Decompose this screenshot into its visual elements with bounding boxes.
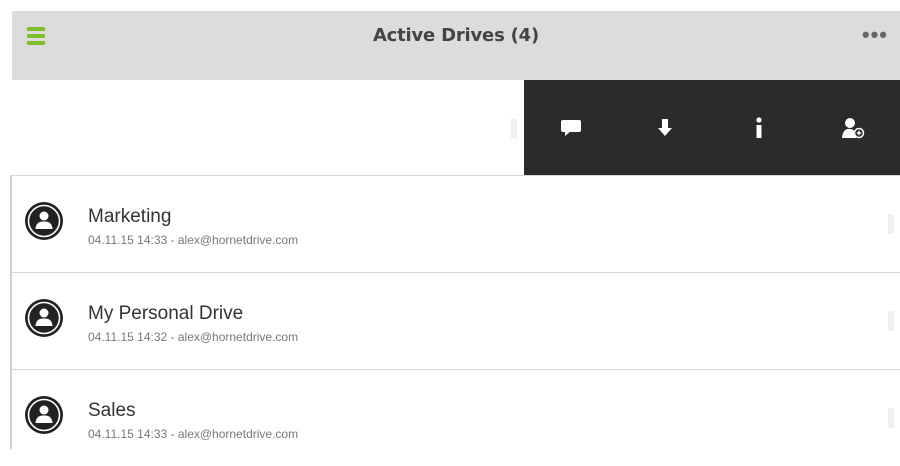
list-item[interactable]: Sales 04.11.15 14:33 - alex@hornetdrive.… [12,369,900,466]
drive-list: Marketing 04.11.15 14:33 - alex@hornetdr… [10,175,900,449]
chat-icon [561,119,581,136]
swipe-handle [888,408,894,428]
swipe-handle [888,311,894,331]
drive-action-panel [524,80,900,175]
info-icon [756,116,762,138]
swipe-handle [511,119,517,139]
top-bar: Active Drives (4) ••• [12,11,900,80]
drive-name: Sales [88,400,136,421]
page-title: Active Drives (4) [372,25,540,46]
info-button[interactable] [712,80,806,175]
drive-avatar-icon [25,299,63,337]
add-user-icon [842,117,865,138]
more-options-icon[interactable]: ••• [862,24,888,46]
drive-avatar-icon [25,202,63,240]
add-user-button[interactable] [806,80,900,175]
swipe-handle [888,214,894,234]
drive-meta: 04.11.15 14:33 - alex@hornetdrive.com [88,427,299,441]
drive-avatar-icon [25,396,63,434]
download-icon [658,118,672,136]
list-item[interactable]: Marketing 04.11.15 14:33 - alex@hornetdr… [12,175,900,272]
drive-meta: 04.11.15 14:32 - alex@hornetdrive.com [88,330,299,344]
list-item[interactable]: My Personal Drive 04.11.15 14:32 - alex@… [12,272,900,369]
drive-name: Marketing [88,206,172,227]
drive-name: My Personal Drive [88,303,244,324]
drive-meta: 04.11.15 14:33 - alex@hornetdrive.com [88,233,299,247]
chat-button[interactable] [524,80,618,175]
download-button[interactable] [618,80,712,175]
